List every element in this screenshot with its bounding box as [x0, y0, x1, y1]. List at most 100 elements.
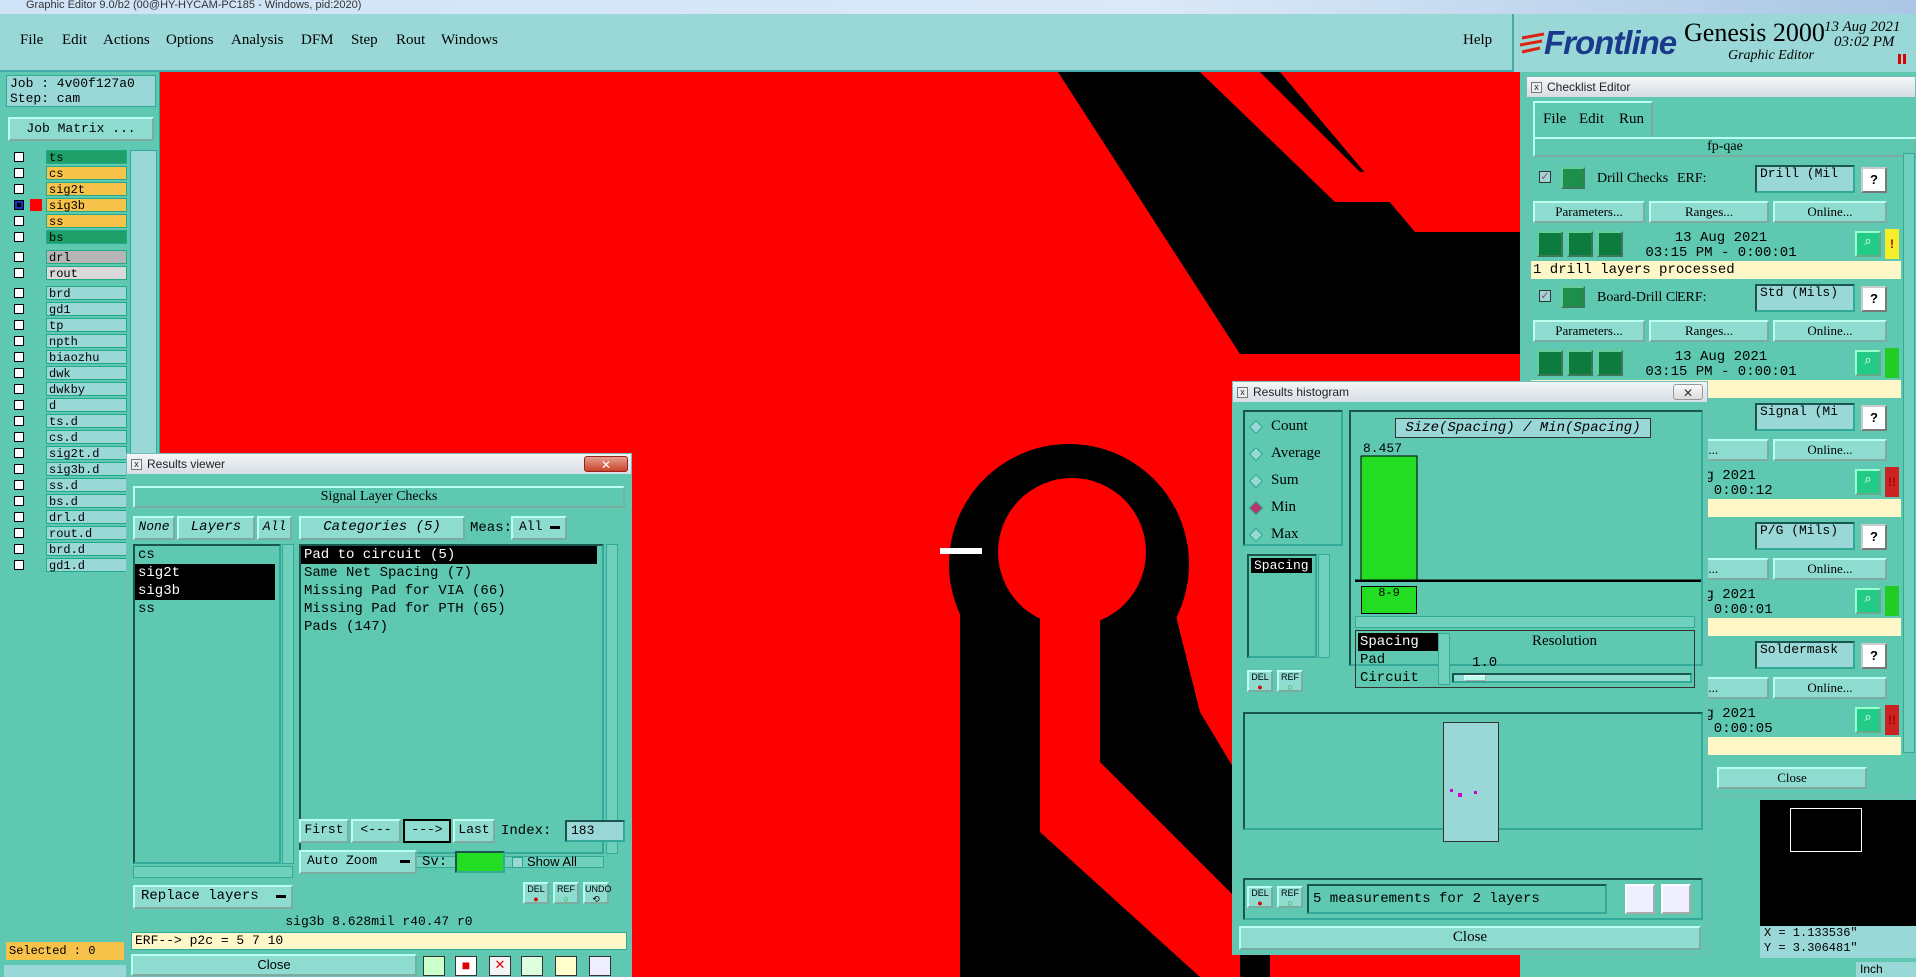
radio-indicator[interactable]: [1248, 419, 1264, 435]
meas-del-button[interactable]: DEL ●: [1247, 886, 1273, 908]
type-list-scroll[interactable]: [1438, 633, 1450, 685]
run-check-icon-3[interactable]: [1597, 231, 1623, 257]
menu-dfm[interactable]: DFM: [301, 32, 334, 49]
histogram-bar[interactable]: [1360, 455, 1418, 581]
layer-row[interactable]: gd1: [10, 302, 127, 317]
layer-row[interactable]: cs.d: [10, 430, 127, 445]
first-button[interactable]: First: [299, 819, 349, 843]
layer-checkbox[interactable]: [14, 216, 24, 226]
toolbar-icon-4[interactable]: [521, 956, 543, 976]
menu-windows[interactable]: Windows: [441, 32, 498, 49]
type-item[interactable]: Spacing: [1358, 633, 1438, 651]
layer-checkbox[interactable]: [14, 288, 24, 298]
show-all-checkbox[interactable]: [512, 857, 523, 868]
units-indicator[interactable]: Inch: [1856, 962, 1916, 977]
aggregate-option-count[interactable]: Count: [1248, 418, 1341, 438]
category-item[interactable]: Missing Pad for VIA (66): [301, 582, 597, 600]
run-check-icon-2[interactable]: [1567, 231, 1593, 257]
layer-row[interactable]: brd: [10, 286, 127, 301]
zoom-in-icon[interactable]: [1625, 884, 1655, 914]
layer-checkbox[interactable]: [14, 232, 24, 242]
menu-analysis[interactable]: Analysis: [231, 32, 284, 49]
check-enabled-checkbox[interactable]: ✓: [1539, 290, 1551, 302]
layer-checkbox[interactable]: [14, 352, 24, 362]
layer-row[interactable]: ss: [10, 214, 127, 229]
menu-file[interactable]: File: [20, 32, 43, 49]
bucket-label[interactable]: 8-9: [1361, 586, 1417, 614]
layer-checkbox[interactable]: [14, 252, 24, 262]
layer-color-swatch[interactable]: [30, 199, 42, 211]
result-layer-item[interactable]: sig2t: [135, 564, 275, 582]
toolbar-chart-icon[interactable]: [589, 956, 611, 976]
layer-checkbox[interactable]: [14, 480, 24, 490]
layer-row[interactable]: ts.d: [10, 414, 127, 429]
checklist-menu-run[interactable]: Run: [1619, 111, 1644, 128]
online-button[interactable]: Online...: [1773, 201, 1887, 223]
layer-checkbox[interactable]: [14, 560, 24, 570]
layer-row[interactable]: bs: [10, 230, 127, 245]
checklist-vscroll[interactable]: [1903, 153, 1915, 753]
menu-actions[interactable]: Actions: [103, 32, 150, 49]
next-button[interactable]: --->: [403, 819, 451, 843]
toolbar-icon-3[interactable]: ✕: [489, 956, 511, 976]
toolbar-icon-2[interactable]: ■: [455, 956, 477, 976]
histogram-close-icon[interactable]: ✕: [1673, 384, 1703, 400]
layer-checkbox[interactable]: [14, 512, 24, 522]
help-icon[interactable]: ?: [1861, 405, 1887, 431]
histogram-list-item[interactable]: Spacing: [1251, 558, 1312, 573]
auto-zoom-dropdown[interactable]: Auto Zoom: [299, 850, 417, 874]
layer-row[interactable]: dwkby: [10, 382, 127, 397]
help-icon[interactable]: ?: [1861, 167, 1887, 193]
meas-dropdown[interactable]: All: [511, 516, 567, 540]
layer-checkbox[interactable]: [14, 320, 24, 330]
layer-checkbox[interactable]: [14, 448, 24, 458]
run-check-icon[interactable]: [1537, 231, 1563, 257]
layer-checkbox[interactable]: [14, 528, 24, 538]
layer-row[interactable]: ts: [10, 150, 127, 165]
layer-row[interactable]: tp: [10, 318, 127, 333]
layer-checkbox[interactable]: [14, 336, 24, 346]
menu-options[interactable]: Options: [166, 32, 214, 49]
radio-indicator[interactable]: [1248, 500, 1264, 516]
layer-row[interactable]: sig2t.d: [10, 446, 127, 461]
result-layer-item[interactable]: ss: [135, 600, 275, 618]
layer-row[interactable]: brd.d: [10, 542, 127, 557]
toolbar-icon-1[interactable]: [423, 956, 445, 976]
prev-button[interactable]: <---: [351, 819, 401, 843]
parameters-button[interactable]: Parameters...: [1533, 201, 1645, 223]
layer-row[interactable]: sig3b.d: [10, 462, 127, 477]
menu-edit[interactable]: Edit: [62, 32, 87, 49]
sv-color-picker[interactable]: [455, 851, 505, 873]
layer-checkbox[interactable]: [14, 384, 24, 394]
layer-checkbox[interactable]: [14, 268, 24, 278]
type-item[interactable]: Pad: [1358, 651, 1438, 669]
result-layer-item[interactable]: cs: [135, 546, 275, 564]
view-results-icon[interactable]: ⌕: [1855, 231, 1881, 257]
resolution-slider-thumb[interactable]: [1464, 675, 1486, 681]
help-icon[interactable]: ?: [1861, 524, 1887, 550]
aggregate-option-min[interactable]: Min: [1248, 499, 1341, 519]
category-item[interactable]: Pad to circuit (5): [301, 546, 597, 564]
meas-ref-button[interactable]: REF ○: [1277, 886, 1303, 908]
layer-list-hscroll[interactable]: [133, 866, 293, 878]
layer-row[interactable]: drl.d: [10, 510, 127, 525]
layer-checkbox[interactable]: [14, 184, 24, 194]
menu-help[interactable]: Help: [1463, 32, 1492, 49]
layer-checkbox[interactable]: [14, 304, 24, 314]
radio-indicator[interactable]: [1248, 473, 1264, 489]
menu-step[interactable]: Step: [351, 32, 378, 49]
checklist-menu-file[interactable]: File: [1543, 111, 1566, 128]
erf-field[interactable]: Signal (Mi: [1755, 403, 1855, 431]
layer-row[interactable]: cs: [10, 166, 127, 181]
layer-row[interactable]: sig2t: [10, 182, 127, 197]
checklist-close-button[interactable]: Close: [1717, 767, 1867, 789]
job-matrix-button[interactable]: Job Matrix ...: [8, 117, 154, 141]
replace-layers-dropdown[interactable]: Replace layers: [133, 885, 293, 909]
layer-row[interactable]: biaozhu: [10, 350, 127, 365]
ranges-button[interactable]: Ranges...: [1649, 320, 1769, 342]
radio-indicator[interactable]: [1248, 446, 1264, 462]
layer-checkbox[interactable]: [14, 496, 24, 506]
online-button[interactable]: Online...: [1773, 320, 1887, 342]
histogram-close-button[interactable]: Close: [1239, 926, 1701, 950]
check-enabled-checkbox[interactable]: ✓: [1539, 171, 1551, 183]
